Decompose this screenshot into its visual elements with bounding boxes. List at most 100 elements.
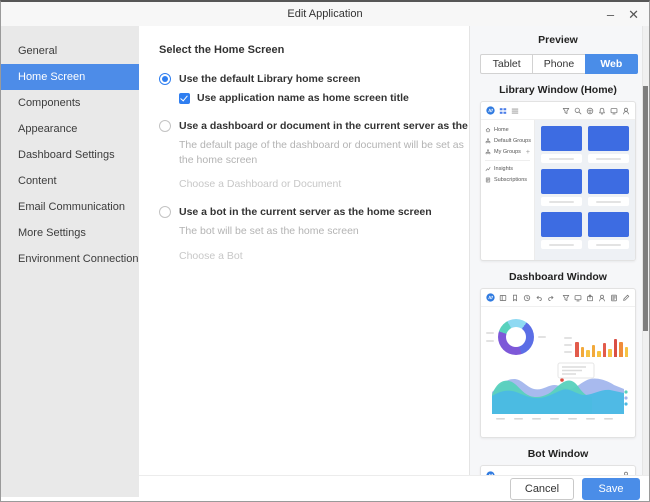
axis-marks [486,332,494,342]
preview-heading: Preview [480,34,636,46]
search-icon [574,107,582,115]
library-toolbar [481,102,635,120]
sidebar-item-environment-connection[interactable]: Environment Connection [1,246,139,272]
edit-icon [622,294,630,302]
option-description: The default page of the dashboard or doc… [179,138,469,168]
library-card-grid [535,120,635,260]
choose-dashboard-link[interactable]: Choose a Dashboard or Document [179,178,471,190]
divider [485,160,530,161]
legend-dots [624,390,627,405]
sidebar-item-general[interactable]: General [1,38,139,64]
radio-bot[interactable] [159,206,171,218]
account-icon [598,294,606,302]
subscriptions-icon [485,177,491,183]
x-axis-labels [496,418,613,420]
undo-icon [535,294,543,302]
notes-icon [610,294,618,302]
library-nav-my-groups: My Groups + [481,146,534,158]
close-icon[interactable]: ✕ [628,8,639,21]
home-screen-settings: Select the Home Screen Use the default L… [139,26,471,475]
option-bot: Use a bot in the current server as the h… [159,206,471,261]
bookmark-icon [511,294,519,302]
option-default-library: Use the default Library home screen Use … [159,73,471,104]
data-point-marker [560,378,564,382]
axis-mark [538,336,546,338]
edit-application-dialog: Edit Application – ✕ General Home Screen… [0,0,650,502]
scrollbar-thumb[interactable] [643,86,648,331]
checkbox-app-name-title[interactable] [179,93,190,104]
cast-icon [610,107,618,115]
monitor-icon [574,294,582,302]
option-label: Use the default Library home screen [179,73,360,85]
section-heading: Select the Home Screen [159,44,471,56]
radio-default-library[interactable] [159,73,171,85]
preview-panel: Preview Tablet Phone Web Library Window … [469,26,649,475]
library-card [588,212,629,249]
filter-icon [562,107,570,115]
library-card [541,126,582,163]
dashboard-window-preview [480,288,636,438]
redo-icon [547,294,555,302]
library-card [588,169,629,206]
home-icon [485,127,491,133]
tooltip [558,363,594,378]
sidebar-item-more-settings[interactable]: More Settings [1,220,139,246]
notifications-icon [598,107,606,115]
list-view-icon [511,107,519,115]
dialog-title: Edit Application [287,8,362,20]
area-chart [486,362,630,424]
library-window-preview: Home Default Groups My Groups + Insi [480,101,636,261]
library-nav-subscriptions: Subscriptions [481,174,534,185]
library-nav-default-groups: Default Groups [481,135,534,146]
sidebar-item-dashboard-settings[interactable]: Dashboard Settings [1,142,139,168]
dashboard-charts [481,307,635,434]
library-card [541,169,582,206]
tab-phone[interactable]: Phone [532,54,585,74]
choose-bot-link[interactable]: Choose a Bot [179,250,471,262]
sidebar-item-home-screen[interactable]: Home Screen [1,64,139,90]
library-body: Home Default Groups My Groups + Insi [481,120,635,260]
history-icon [523,294,531,302]
library-card [588,126,629,163]
minimize-icon[interactable]: – [607,8,614,21]
grid-view-icon [499,107,507,115]
library-card [541,212,582,249]
checkbox-label: Use application name as home screen titl… [197,92,409,104]
donut-chart [498,319,534,355]
library-window-title: Library Window (Home) [480,84,636,96]
library-logo-icon [486,106,495,115]
library-nav-home: Home [481,124,534,135]
insights-icon [485,166,491,172]
account-icon [622,107,630,115]
plus-icon: + [526,149,530,156]
preview-device-tabs: Tablet Phone Web [480,54,638,74]
bot-window-preview [480,465,636,475]
groups-icon [485,149,491,155]
sidebar-item-components[interactable]: Components [1,90,139,116]
settings-sidebar: General Home Screen Components Appearanc… [1,26,139,497]
toc-panel-icon [499,294,507,302]
dialog-footer: Cancel Save [139,475,649,501]
cancel-button[interactable]: Cancel [510,478,574,500]
groups-icon [485,138,491,144]
option-label: Use a bot in the current server as the h… [179,206,432,218]
assistant-icon [586,107,594,115]
titlebar: Edit Application – ✕ [1,2,649,26]
sidebar-item-content[interactable]: Content [1,168,139,194]
option-dashboard-document: Use a dashboard or document in the curre… [159,120,471,190]
bot-window-title: Bot Window [480,448,636,460]
save-button[interactable]: Save [582,478,640,500]
option-description: The bot will be set as the home screen [179,224,469,239]
library-logo-icon [486,293,495,302]
filter-icon [562,294,570,302]
sidebar-item-email-communication[interactable]: Email Communication [1,194,139,220]
radio-dashboard-document[interactable] [159,120,171,132]
tab-web[interactable]: Web [585,54,638,74]
sidebar-item-appearance[interactable]: Appearance [1,116,139,142]
dashboard-toolbar [481,289,635,307]
library-nav: Home Default Groups My Groups + Insi [481,120,535,260]
tab-tablet[interactable]: Tablet [480,54,533,74]
scrollbar-track[interactable] [642,26,649,475]
dashboard-window-title: Dashboard Window [480,271,636,283]
library-nav-insights: Insights [481,163,534,174]
